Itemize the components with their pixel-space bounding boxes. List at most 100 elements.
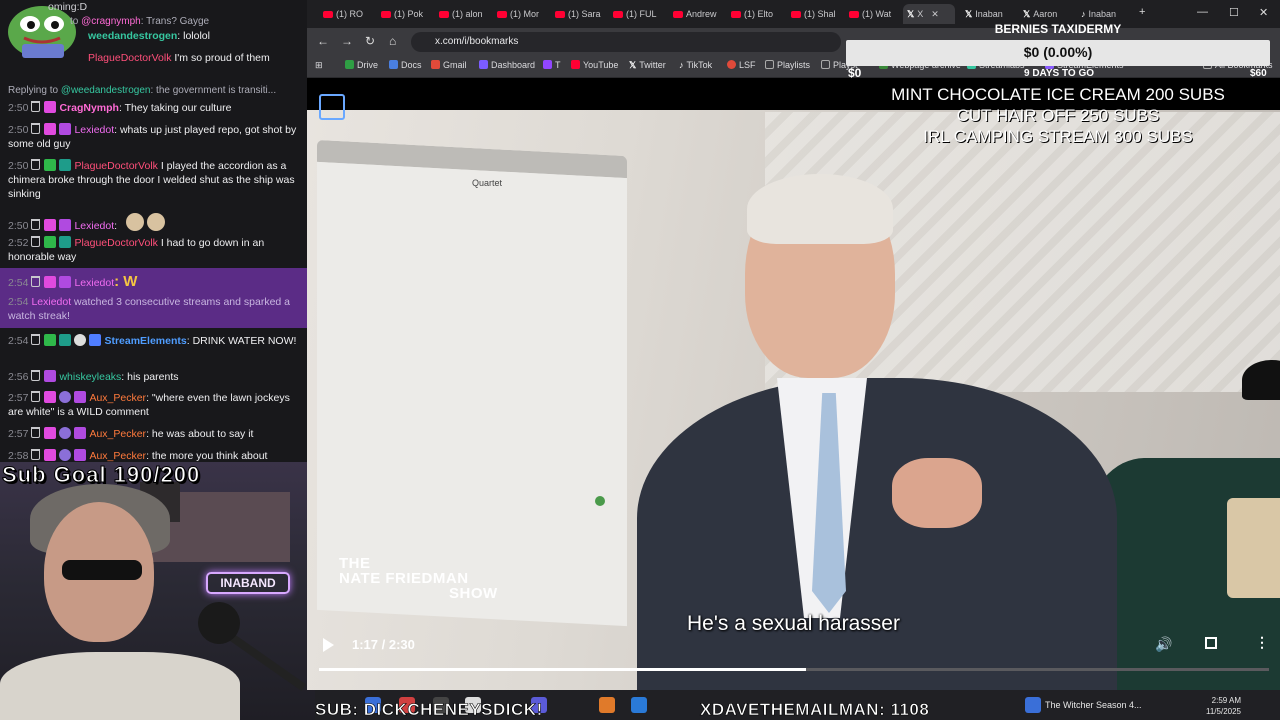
chat-panel: oming:D to @cragnymph: Trans? Gayge weed… — [0, 0, 307, 462]
x-icon: 𝕏 — [629, 60, 637, 70]
chat-username[interactable]: CragNymph — [59, 102, 119, 114]
chat-timestamp: 2:50 — [8, 220, 29, 232]
paper-cup — [1227, 498, 1280, 598]
back-icon[interactable]: ← — [317, 34, 329, 48]
video-player[interactable]: Quartet THE NATE FRIEDMAN SHOW He's a se… — [307, 78, 1280, 690]
browser-tab[interactable]: (1) alon — [435, 4, 491, 24]
delete-icon[interactable] — [31, 370, 41, 381]
youtube-icon — [323, 11, 333, 18]
chat-username[interactable]: Lexiedot — [74, 220, 114, 232]
browser-tab[interactable]: (1) Elto — [727, 4, 783, 24]
delete-icon[interactable] — [31, 334, 41, 345]
chat-timestamp: 2:52 — [8, 237, 29, 249]
bookmark-item[interactable]: Drive — [345, 60, 378, 70]
top-donor-ticker: XDAVETHEMAILMAN: 1108 — [700, 700, 930, 720]
delete-icon[interactable] — [31, 101, 41, 112]
close-window-icon[interactable]: ✕ — [1259, 6, 1268, 19]
chat-username[interactable]: Lexiedot — [74, 277, 114, 289]
delete-icon[interactable] — [31, 123, 41, 134]
bookmark-item[interactable]: T — [543, 60, 561, 70]
bookmark-item[interactable]: YouTube — [571, 60, 618, 70]
man-suit — [637, 378, 1117, 690]
bookmark-folder[interactable]: Playlists — [765, 60, 810, 70]
whiteboard — [317, 139, 627, 627]
browser-tab[interactable]: 𝕏 Inaban — [961, 4, 1017, 24]
chat-username[interactable]: weedandestrogen — [88, 30, 177, 42]
delete-icon[interactable] — [31, 276, 41, 287]
browser-tab[interactable]: (1) FUL — [609, 4, 665, 24]
browser-tab[interactable]: ♪ Inaban — [1077, 4, 1133, 24]
reload-icon[interactable]: ↻ — [365, 34, 375, 48]
tab-label: (1) RO — [336, 9, 363, 19]
reply-mention[interactable]: @weedandestrogen — [61, 85, 151, 96]
maximize-icon[interactable]: ☐ — [1229, 6, 1239, 19]
tab-label: Aaron — [1033, 9, 1058, 19]
browser-tab[interactable]: (1) Wat — [845, 4, 901, 24]
chat-username[interactable]: PlagueDoctorVolk — [74, 160, 157, 172]
drive-icon — [345, 60, 354, 69]
url-text: x.com/i/bookmarks — [435, 36, 519, 47]
chat-text: I'm so proud of them — [171, 52, 270, 64]
chat-username[interactable]: Lexiedot — [74, 124, 114, 136]
delete-icon[interactable] — [31, 219, 41, 230]
taskbar-clock[interactable]: 2:59 AM 11/5/2025 — [1206, 695, 1241, 717]
close-tab-icon[interactable]: ✕ — [931, 9, 939, 19]
app-icon[interactable] — [631, 697, 647, 713]
volume-icon[interactable]: 🔊 — [1155, 636, 1172, 653]
bookmark-item[interactable]: Gmail — [431, 60, 467, 70]
delete-icon[interactable] — [31, 159, 41, 170]
chat-username[interactable]: Aux_Pecker — [89, 450, 146, 462]
chat-username[interactable]: Lexiedot — [31, 296, 71, 308]
forward-icon[interactable]: → — [341, 34, 353, 48]
apps-icon[interactable]: ⊞ — [315, 60, 323, 71]
chat-username[interactable]: StreamElements — [104, 335, 186, 347]
task-icon[interactable] — [1025, 697, 1041, 713]
more-options-icon[interactable]: ⋮ — [1255, 634, 1269, 651]
video-progress-bar[interactable] — [319, 668, 1269, 671]
man-hand — [892, 458, 982, 528]
home-icon[interactable]: ⌂ — [389, 34, 396, 48]
chat-username[interactable]: PlagueDoctorVolk — [88, 52, 171, 64]
chat-username[interactable]: Aux_Pecker — [89, 392, 146, 404]
chat-timestamp: 2:54 — [8, 335, 29, 347]
delete-icon[interactable] — [31, 449, 41, 460]
expand-icon[interactable] — [319, 94, 345, 120]
dashboard-icon — [479, 60, 488, 69]
bookmark-item[interactable]: Dashboard — [479, 60, 535, 70]
reply-mention[interactable]: @cragnymph — [81, 16, 141, 27]
delete-icon[interactable] — [31, 427, 41, 438]
browser-tab[interactable]: 𝕏 Aaron — [1019, 4, 1075, 24]
bookmark-item[interactable]: LSF — [727, 60, 756, 70]
browser-tab[interactable]: (1) Mor — [493, 4, 549, 24]
chat-username[interactable]: whiskeyleaks — [59, 371, 121, 383]
bookmark-label: T — [555, 60, 561, 70]
fullscreen-icon[interactable] — [1205, 637, 1217, 649]
delete-icon[interactable] — [31, 236, 41, 247]
play-icon[interactable] — [323, 638, 334, 652]
app-icon[interactable] — [599, 697, 615, 713]
taskbar-app-title[interactable]: The Witcher Season 4... — [1045, 700, 1142, 710]
chat-timestamp: 2:56 — [8, 371, 29, 383]
bookmark-item[interactable]: 𝕏 Twitter — [629, 60, 666, 71]
reply-context: to @cragnymph: Trans? Gayge — [62, 15, 307, 29]
delete-icon[interactable] — [31, 391, 41, 402]
mod-badge-icon — [44, 159, 57, 171]
browser-tab-active[interactable]: 𝕏 X ✕ — [903, 4, 955, 24]
bookmark-item[interactable]: Docs — [389, 60, 422, 70]
bookmark-label: LSF — [739, 60, 756, 70]
browser-tab[interactable]: (1) Shal — [787, 4, 843, 24]
browser-tab[interactable]: Andrew — [669, 4, 725, 24]
address-bar[interactable]: x.com/i/bookmarks — [411, 32, 841, 52]
new-tab-icon[interactable]: + — [1139, 6, 1145, 18]
browser-tab[interactable]: (1) Pok — [377, 4, 433, 24]
minimize-icon[interactable]: — — [1197, 6, 1208, 18]
bookmark-item[interactable]: ♪ TikTok — [679, 60, 712, 70]
chat-username[interactable]: Aux_Pecker — [89, 428, 146, 440]
sub-badge-icon — [59, 276, 72, 288]
browser-tab[interactable]: (1) Sara — [551, 4, 607, 24]
chat-username[interactable]: PlagueDoctorVolk — [74, 237, 157, 249]
mod-badge-icon — [44, 236, 57, 248]
chat-message: 2:58 Aux_Pecker: the more you think about — [0, 449, 307, 462]
browser-tab[interactable]: (1) RO — [319, 4, 375, 24]
chat-text: : his parents — [121, 371, 179, 383]
